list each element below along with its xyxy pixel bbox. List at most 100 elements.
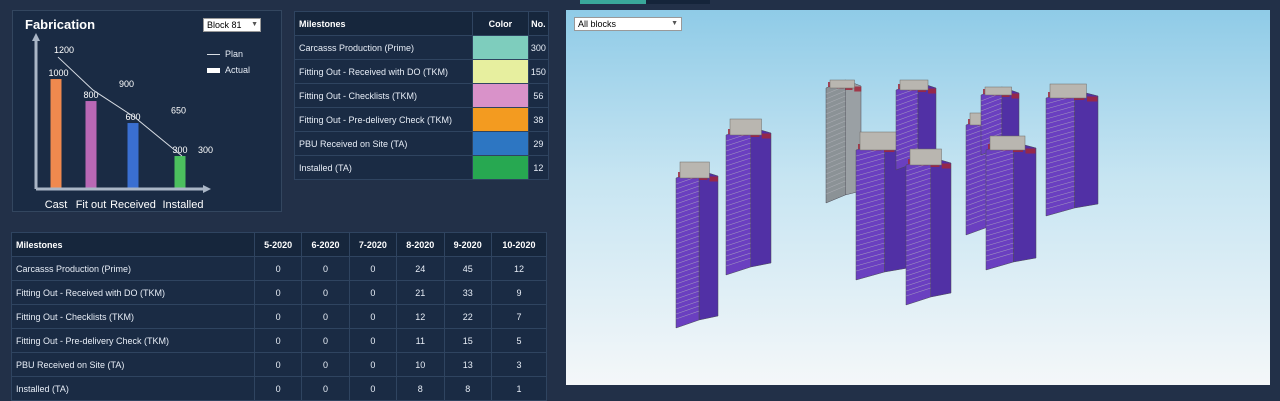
month-value-cell: 0 — [301, 304, 350, 329]
month-value-cell: 12 — [490, 256, 548, 281]
month-value-cell: 0 — [253, 376, 303, 401]
milestone-count: 29 — [527, 131, 550, 156]
building-tower[interactable] — [985, 135, 1037, 271]
building-tower[interactable] — [725, 118, 772, 276]
category-label: Cast — [45, 199, 68, 211]
milestone-color-swatch — [471, 155, 529, 180]
col-header-month: 8-2020 — [396, 232, 445, 257]
month-value-cell: 33 — [443, 280, 492, 305]
table-row: Fitting Out - Checklists (TKM) 56 — [294, 83, 550, 108]
bar-value-label: 1000 — [49, 68, 69, 78]
fabrication-panel: Fabrication Block 81 ▼ Plan Actual 1000 C… — [12, 10, 282, 212]
month-value-cell: 0 — [253, 256, 303, 281]
month-value-cell: 0 — [253, 352, 303, 377]
month-value-cell: 8 — [443, 376, 492, 401]
milestone-color-swatch — [471, 107, 529, 132]
milestones-color-table: Milestones Color No. Carcasss Production… — [294, 11, 550, 180]
month-value-cell: 1 — [490, 376, 548, 401]
building-tower[interactable] — [905, 148, 952, 306]
building-tower[interactable] — [675, 161, 719, 329]
month-value-cell: 0 — [348, 280, 398, 305]
blocks-filter-select[interactable]: All blocks ▼ — [574, 17, 682, 31]
month-value-cell: 8 — [396, 376, 445, 401]
month-value-cell: 11 — [396, 328, 445, 353]
monthly-milestones-table: Milestones 5-2020 6-2020 7-2020 8-2020 9-2020… — [11, 232, 548, 401]
milestone-color-swatch — [471, 35, 529, 60]
inactive-tab-indicator[interactable] — [646, 0, 710, 4]
month-value-cell: 0 — [348, 256, 398, 281]
month-value-cell: 12 — [396, 304, 445, 329]
table-row: Installed (TA) 0 0 0 8 8 1 — [11, 376, 548, 401]
month-value-cell: 15 — [443, 328, 492, 353]
month-value-cell: 0 — [301, 256, 350, 281]
milestone-name: Carcasss Production (Prime) — [294, 35, 473, 60]
milestone-name: Carcasss Production (Prime) — [11, 256, 255, 281]
milestone-count: 12 — [527, 155, 550, 180]
milestone-count: 56 — [527, 83, 550, 108]
category-label: Installed — [163, 199, 204, 211]
month-value-cell: 0 — [253, 328, 303, 353]
bar-actual — [50, 79, 62, 188]
milestone-count: 300 — [527, 35, 550, 60]
milestone-name: Installed (TA) — [11, 376, 255, 401]
table-row: Fitting Out - Received with DO (TKM) 150 — [294, 59, 550, 84]
month-value-cell: 24 — [396, 256, 445, 281]
chevron-down-icon: ▼ — [671, 20, 678, 27]
milestone-name: PBU Received on Site (TA) — [294, 131, 473, 156]
col-header-milestones: Milestones — [11, 232, 255, 257]
month-value-cell: 7 — [490, 304, 548, 329]
col-header-no: No. — [527, 11, 550, 36]
milestone-count: 150 — [527, 59, 550, 84]
table-row: Fitting Out - Received with DO (TKM) 0 0 0 2… — [11, 280, 548, 305]
plan-line — [57, 56, 183, 157]
plan-value-label: 900 — [119, 79, 134, 89]
month-value-cell: 0 — [253, 304, 303, 329]
table-header-row: Milestones Color No. — [294, 11, 550, 36]
month-value-cell: 21 — [396, 280, 445, 305]
month-value-cell: 0 — [301, 328, 350, 353]
table-row: Installed (TA) 12 — [294, 155, 550, 180]
col-header-month: 10-2020 — [490, 232, 548, 257]
col-header-month: 5-2020 — [253, 232, 303, 257]
3d-model-viewer[interactable]: All blocks ▼ — [566, 10, 1270, 385]
category-label: Fit out — [76, 199, 107, 211]
top-tab-bar[interactable] — [580, 0, 710, 4]
building-tower[interactable] — [1045, 83, 1099, 217]
table-row: Fitting Out - Pre-delivery Check (TKM) 38 — [294, 107, 550, 132]
milestone-name: Fitting Out - Received with DO (TKM) — [11, 280, 255, 305]
bar-actual — [127, 123, 139, 188]
col-header-milestones: Milestones — [294, 11, 473, 36]
month-value-cell: 0 — [348, 328, 398, 353]
month-value-cell: 22 — [443, 304, 492, 329]
month-value-cell: 10 — [396, 352, 445, 377]
bar-actual — [85, 101, 97, 188]
milestone-color-swatch — [471, 59, 529, 84]
month-value-cell: 0 — [348, 304, 398, 329]
plan-value-label: 1200 — [54, 45, 74, 55]
table-row: Carcasss Production (Prime) 0 0 0 24 45 12 — [11, 256, 548, 281]
milestone-name: Fitting Out - Checklists (TKM) — [294, 83, 473, 108]
blocks-filter-value: All blocks — [578, 19, 617, 29]
col-header-color: Color — [471, 11, 529, 36]
y-axis-arrow — [32, 33, 40, 41]
month-value-cell: 0 — [301, 352, 350, 377]
col-header-month: 6-2020 — [301, 232, 350, 257]
milestone-color-swatch — [471, 83, 529, 108]
month-value-cell: 0 — [253, 280, 303, 305]
milestone-name: Fitting Out - Checklists (TKM) — [11, 304, 255, 329]
month-value-cell: 45 — [443, 256, 492, 281]
bar-value-label: 800 — [84, 90, 99, 100]
milestone-name: PBU Received on Site (TA) — [11, 352, 255, 377]
active-tab-indicator[interactable] — [580, 0, 646, 4]
table-row: PBU Received on Site (TA) 0 0 0 10 13 3 — [11, 352, 548, 377]
table-row: Fitting Out - Checklists (TKM) 0 0 0 12 22 7 — [11, 304, 548, 329]
bar-actual — [174, 156, 186, 188]
milestone-name: Fitting Out - Pre-delivery Check (TKM) — [294, 107, 473, 132]
table-row: PBU Received on Site (TA) 29 — [294, 131, 550, 156]
milestone-count: 38 — [527, 107, 550, 132]
x-axis-arrow — [203, 185, 211, 193]
month-value-cell: 3 — [490, 352, 548, 377]
month-value-cell: 13 — [443, 352, 492, 377]
building-models[interactable] — [566, 10, 1270, 385]
milestone-name: Fitting Out - Received with DO (TKM) — [294, 59, 473, 84]
